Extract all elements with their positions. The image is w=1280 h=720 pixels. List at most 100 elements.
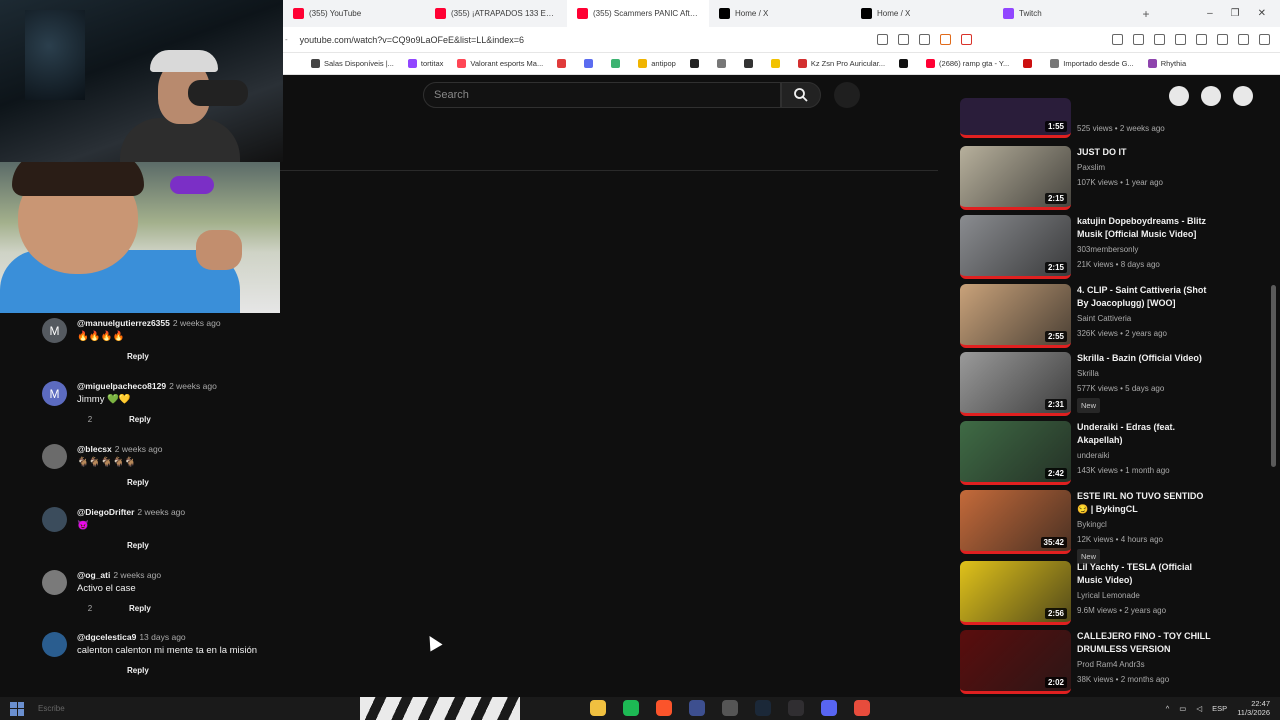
obs-icon[interactable] bbox=[788, 700, 804, 716]
avatar[interactable] bbox=[42, 444, 67, 469]
comment-author[interactable]: @DiegoDrifter bbox=[77, 507, 134, 517]
bookmark-item[interactable] bbox=[584, 59, 597, 68]
sidebar-video[interactable]: 2:31 Skrilla - Bazin (Official Video) Skri… bbox=[960, 352, 1210, 418]
video-title[interactable]: 4. CLIP - Saint Cattiveria (Shot By Joac… bbox=[1077, 284, 1212, 310]
video-title[interactable]: CALLEJERO FINO - TOY CHILL DRUMLESS VERS… bbox=[1077, 630, 1212, 656]
volume-icon[interactable]: ◁ bbox=[1196, 704, 1202, 713]
spotify-icon[interactable] bbox=[623, 700, 639, 716]
search-input[interactable]: Search bbox=[423, 82, 781, 108]
discord-icon[interactable] bbox=[821, 700, 837, 716]
language-indicator[interactable]: ESP bbox=[1212, 704, 1227, 713]
tab-0[interactable]: (355) YouTube bbox=[283, 0, 425, 27]
video-thumbnail[interactable]: 2:56 bbox=[960, 561, 1071, 625]
url-field[interactable]: youtube.com/watch?v=CQ9o9LaOFeE&list=LL&… bbox=[288, 35, 524, 45]
close-window-button[interactable]: ✕ bbox=[1258, 8, 1266, 19]
new-tab-button[interactable]: + bbox=[1135, 7, 1157, 21]
avatar[interactable] bbox=[42, 507, 67, 532]
reply-button[interactable]: Reply bbox=[129, 415, 151, 424]
taskbar-search[interactable]: Escribe bbox=[38, 704, 65, 713]
video-title[interactable]: Skrilla - Bazin (Official Video) bbox=[1077, 352, 1212, 365]
video-channel[interactable]: 303membersonly bbox=[1077, 243, 1212, 256]
tab-5[interactable]: Twitch bbox=[993, 0, 1135, 27]
file-explorer-icon[interactable] bbox=[590, 700, 606, 716]
video-thumbnail[interactable]: 2:15 bbox=[960, 215, 1071, 279]
avatar[interactable] bbox=[42, 632, 67, 657]
video-title[interactable]: Underaiki - Edras (feat. Akapellah) bbox=[1077, 421, 1212, 447]
network-icon[interactable]: ▭ bbox=[1179, 704, 1186, 713]
tray-chevron-icon[interactable]: ^ bbox=[1166, 704, 1170, 713]
cast-icon[interactable] bbox=[898, 34, 909, 45]
page-scrollbar[interactable] bbox=[1271, 285, 1276, 467]
tab-3[interactable]: Home / X bbox=[709, 0, 851, 27]
video-channel[interactable]: Skrilla bbox=[1077, 367, 1212, 380]
video-thumbnail[interactable]: 2:55 bbox=[960, 284, 1071, 348]
video-thumbnail[interactable]: 1:55 bbox=[960, 98, 1071, 138]
avatar[interactable]: M bbox=[42, 318, 67, 343]
video-channel[interactable]: Prod Ram4 Andr3s bbox=[1077, 658, 1212, 671]
comment-author[interactable]: @dgcelestica9 bbox=[77, 632, 136, 642]
tab-4[interactable]: Home / X bbox=[851, 0, 993, 27]
share-icon[interactable] bbox=[919, 34, 930, 45]
reply-button[interactable]: Reply bbox=[129, 604, 151, 613]
sidebar-icon[interactable] bbox=[1175, 34, 1186, 45]
bookmark-item[interactable] bbox=[557, 59, 570, 68]
menu-icon[interactable] bbox=[1259, 34, 1270, 45]
video-thumbnail[interactable]: 35:42 bbox=[960, 490, 1071, 554]
sidebar-video[interactable]: 2:02 CALLEJERO FINO - TOY CHILL DRUMLESS … bbox=[960, 630, 1212, 696]
clock[interactable]: 22:47 11/3/2026 bbox=[1237, 699, 1270, 717]
comment-author[interactable]: @manuelgutierrez6355 bbox=[77, 318, 170, 328]
chrome-icon[interactable] bbox=[854, 700, 870, 716]
steam-icon[interactable] bbox=[755, 700, 771, 716]
account-avatar[interactable] bbox=[1233, 86, 1253, 106]
video-title[interactable]: JUST DO IT bbox=[1077, 146, 1212, 159]
video-thumbnail[interactable]: 2:31 bbox=[960, 352, 1071, 416]
reply-button[interactable]: Reply bbox=[127, 666, 149, 675]
brave-rewards-icon[interactable] bbox=[961, 34, 972, 45]
sidebar-video-partial[interactable]: 1:55 525 views • 2 weeks ago bbox=[960, 98, 1210, 138]
video-channel[interactable]: Bykingcl bbox=[1077, 518, 1212, 531]
app-icon[interactable] bbox=[689, 700, 705, 716]
wallet-icon[interactable] bbox=[1196, 34, 1207, 45]
video-channel[interactable]: Paxslim bbox=[1077, 161, 1212, 174]
windows-start-icon[interactable] bbox=[10, 701, 24, 716]
bookmark-item[interactable]: (2686) ramp gta - Y... bbox=[926, 59, 1009, 68]
bookmark-item[interactable]: Salas Disponíveis |... bbox=[311, 59, 394, 68]
maximize-button[interactable]: ❐ bbox=[1231, 8, 1240, 19]
bookmark-item[interactable]: antipop bbox=[638, 59, 676, 68]
extensions-icon[interactable] bbox=[1112, 34, 1123, 45]
bookmark-item[interactable] bbox=[1023, 59, 1036, 68]
bookmark-item[interactable]: Rhythia bbox=[1147, 59, 1186, 68]
bookmark-item[interactable]: Valorant esports Ma... bbox=[457, 59, 543, 68]
reader-icon[interactable] bbox=[1133, 34, 1144, 45]
sidebar-video[interactable]: 2:55 4. CLIP - Saint Cattiveria (Shot By … bbox=[960, 284, 1210, 350]
github-icon[interactable] bbox=[722, 700, 738, 716]
tab-1[interactable]: (355) ¡ATRAPADOS 133 ES ÉPIC bbox=[425, 0, 567, 27]
leo-icon[interactable] bbox=[1217, 34, 1228, 45]
video-title[interactable]: ESTE IRL NO TUVO SENTIDO 😏 | BykingCL bbox=[1077, 490, 1212, 516]
sidebar-video[interactable]: 2:15 JUST DO IT Paxslim 107K views • 1 year… bbox=[960, 146, 1210, 212]
bookmark-item[interactable]: Importado desde G... bbox=[1050, 59, 1134, 68]
video-title[interactable]: katujin Dopeboydreams - Blitz Musik [Off… bbox=[1077, 215, 1212, 241]
video-thumbnail[interactable]: 2:02 bbox=[960, 630, 1071, 694]
bookmark-item[interactable] bbox=[899, 59, 912, 68]
bookmark-item[interactable] bbox=[716, 59, 730, 68]
reply-button[interactable]: Reply bbox=[127, 541, 149, 550]
comment-author[interactable]: @blecsx bbox=[77, 444, 112, 454]
voice-search-button[interactable] bbox=[834, 82, 860, 108]
video-channel[interactable]: underaiki bbox=[1077, 449, 1212, 462]
video-thumbnail[interactable]: 2:15 bbox=[960, 146, 1071, 210]
video-title[interactable]: Lil Yachty - TESLA (Official Music Video… bbox=[1077, 561, 1212, 587]
bookmark-item[interactable]: tortitax bbox=[407, 59, 443, 68]
brave-icon[interactable] bbox=[656, 700, 672, 716]
avatar[interactable] bbox=[42, 570, 67, 595]
reply-button[interactable]: Reply bbox=[127, 478, 149, 487]
video-thumbnail[interactable]: 2:42 bbox=[960, 421, 1071, 485]
media-icon[interactable] bbox=[1154, 34, 1165, 45]
comment-author[interactable]: @miguelpacheco8129 bbox=[77, 381, 166, 391]
tab-2[interactable]: (355) Scammers PANIC After I bbox=[567, 0, 709, 27]
comment-author[interactable]: @og_ati bbox=[77, 570, 110, 580]
bookmark-item[interactable] bbox=[611, 59, 624, 68]
video-channel[interactable]: Lyrical Lemonade bbox=[1077, 589, 1212, 602]
translate-icon[interactable] bbox=[877, 34, 888, 45]
minimize-button[interactable]: – bbox=[1207, 8, 1213, 19]
